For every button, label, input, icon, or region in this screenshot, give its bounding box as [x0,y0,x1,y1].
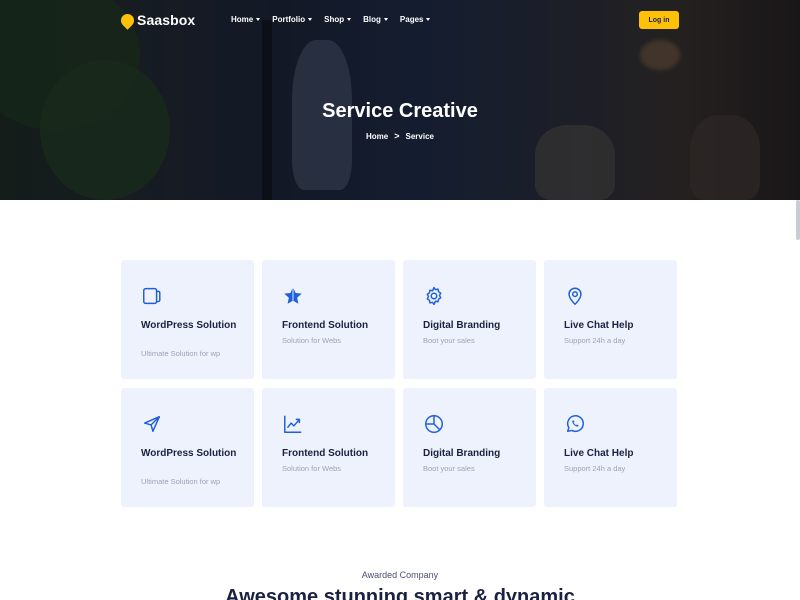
service-subtitle: Solution for Webs [282,336,342,345]
menu-item-shop[interactable]: Shop [324,15,352,24]
service-subtitle: Support 24h a day [564,464,626,473]
service-title: WordPress Solution [141,320,237,331]
menu-item-pages[interactable]: Pages [400,15,431,24]
chevron-down-icon [347,18,352,21]
brand-name: Saasbox [137,12,196,28]
service-card-wordpress-2[interactable]: WordPress Solution Ultimate Solution for… [121,388,254,507]
menu-item-home[interactable]: Home [231,15,261,24]
service-subtitle: Solution for Webs [282,464,342,473]
service-card-livechat[interactable]: Live Chat Help Support 24h a day [544,260,677,379]
logo-mark-icon [118,10,137,30]
document-icon [141,285,163,307]
service-card-livechat-2[interactable]: Live Chat Help Support 24h a day [544,388,677,507]
whatsapp-icon [564,413,586,435]
send-icon [141,413,163,435]
service-title: Live Chat Help [564,448,634,459]
service-subtitle: Boot your sales [423,336,475,345]
section-headline: Awesome stunning smart & dynamic [225,586,575,600]
service-title: Frontend Solution [282,320,369,331]
services-grid: WordPress Solution Ultimate Solution for… [121,260,679,507]
service-card-wordpress[interactable]: WordPress Solution Ultimate Solution for… [121,260,254,379]
chevron-down-icon [426,18,431,21]
service-title: WordPress Solution [141,448,237,459]
login-button[interactable]: Log in [639,11,679,29]
service-subtitle: Support 24h a day [564,336,626,345]
service-card-frontend-2[interactable]: Frontend Solution Solution for Webs [262,388,395,507]
service-title: Frontend Solution [282,448,369,459]
breadcrumb-current: Service [405,131,434,141]
service-title: Live Chat Help [564,320,634,331]
menu-item-label: Blog [363,15,381,24]
service-card-frontend[interactable]: Frontend Solution Solution for Webs [262,260,395,379]
main-menu: Home Portfolio Shop Blog Pages [231,15,431,24]
menu-item-portfolio[interactable]: Portfolio [272,15,313,24]
service-title: Digital Branding [423,448,501,459]
breadcrumb-separator-icon: > [394,131,400,141]
breadcrumb: Home > Service [0,131,800,141]
service-card-branding[interactable]: Digital Branding Boot your sales [403,260,536,379]
pie-chart-icon [423,413,445,435]
trend-chart-icon [282,413,304,435]
brand-logo[interactable]: Saasbox [118,10,196,30]
service-subtitle: Ultimate Solution for wp [141,349,221,358]
chevron-down-icon [383,18,388,21]
breadcrumb-home-link[interactable]: Home [366,132,388,141]
menu-item-blog[interactable]: Blog [363,15,388,24]
page-scrollbar[interactable] [796,200,800,240]
gear-icon [423,285,445,307]
chevron-down-icon [308,18,313,21]
menu-item-label: Portfolio [272,15,306,24]
chevron-down-icon [256,18,261,21]
section-eyebrow: Awarded Company [361,570,439,580]
service-subtitle: Ultimate Solution for wp [141,477,221,486]
location-pin-icon [564,285,586,307]
menu-item-label: Pages [399,15,424,24]
menu-item-label: Shop [324,15,345,24]
page-title: Service Creative [322,100,478,122]
service-title: Digital Branding [423,320,501,331]
service-card-branding-2[interactable]: Digital Branding Boot your sales [403,388,536,507]
top-navigation: Saasbox Home Portfolio Shop Blog Pages L… [0,0,800,40]
menu-item-label: Home [231,15,254,24]
service-subtitle: Boot your sales [423,464,475,473]
hero-banner: Saasbox Home Portfolio Shop Blog Pages L… [0,0,800,200]
star-icon [282,285,304,307]
